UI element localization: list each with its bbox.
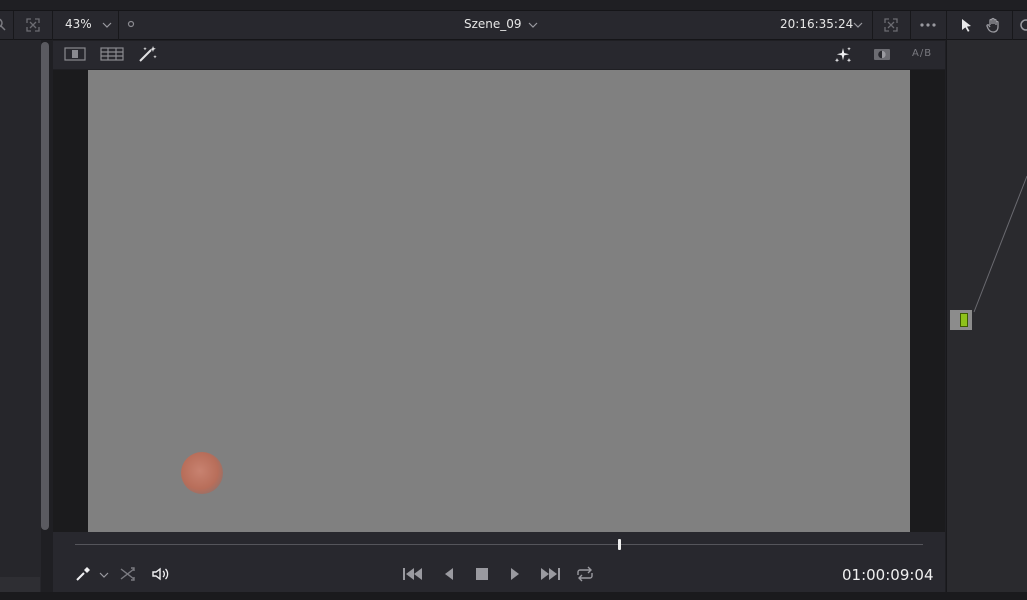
node-icon[interactable]: [1018, 17, 1027, 33]
hand-icon[interactable]: [985, 17, 1001, 33]
skip-end-icon[interactable]: [539, 566, 561, 582]
zoom-level: 43%: [65, 17, 92, 31]
playback-timecode: 01:00:09:04: [842, 566, 934, 584]
play-icon[interactable]: [508, 566, 522, 582]
skip-start-icon[interactable]: [402, 566, 424, 582]
chevron-down-icon[interactable]: [852, 19, 868, 35]
search-icon[interactable]: [0, 17, 8, 33]
more-icon[interactable]: [919, 17, 936, 33]
eyedropper-icon[interactable]: [75, 566, 93, 582]
pointer-icon[interactable]: [958, 17, 974, 33]
transport-bar: [53, 532, 945, 592]
chevron-down-icon[interactable]: [101, 19, 117, 35]
viewer-toolbar: [53, 41, 945, 69]
chevron-down-icon[interactable]: [98, 570, 110, 580]
left-panel: [0, 40, 41, 592]
mask-icon[interactable]: [873, 48, 891, 61]
dot-icon: [127, 20, 143, 36]
node-output-indicator: [960, 313, 968, 327]
play-reverse-icon[interactable]: [442, 566, 456, 582]
bottom-strip: [0, 592, 1027, 600]
fullscreen-icon[interactable]: [883, 17, 899, 33]
stop-icon[interactable]: [475, 567, 489, 581]
scrubber-track[interactable]: [75, 544, 923, 545]
chevron-down-icon[interactable]: [527, 19, 543, 35]
shuffle-icon[interactable]: [119, 566, 137, 582]
frame-blob: [181, 452, 223, 494]
sparkle-icon[interactable]: [833, 46, 853, 64]
left-panel-footer: [0, 577, 40, 592]
timecode-display: 20:16:35:24: [780, 17, 854, 31]
speaker-icon[interactable]: [151, 566, 171, 582]
fit-icon[interactable]: [25, 17, 41, 33]
magic-wand-icon[interactable]: [138, 45, 158, 63]
single-view-icon[interactable]: [64, 47, 86, 61]
ab-compare-label[interactable]: A/B: [912, 48, 932, 59]
grid-view-icon[interactable]: [100, 47, 124, 61]
loop-icon[interactable]: [575, 566, 595, 582]
playhead[interactable]: [618, 539, 622, 550]
left-scrollbar[interactable]: [41, 42, 49, 530]
scene-title[interactable]: Szene_09: [464, 17, 522, 31]
top-bar: 43% Szene_09 20:16:35:24: [0, 10, 1027, 40]
